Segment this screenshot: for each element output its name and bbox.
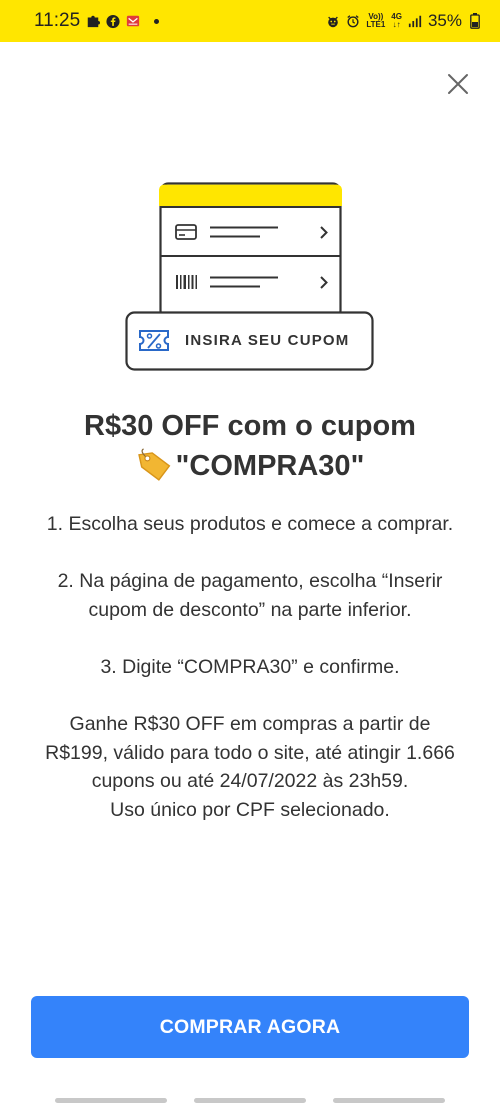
nav-home-button[interactable]: [194, 1098, 306, 1103]
promo-title-line2-wrap: "COMPRA30": [20, 446, 480, 486]
facebook-icon: [106, 14, 120, 28]
status-bar: 11:25 Vo)) LTE1 4G ↓↑ 35%: [0, 0, 500, 42]
coupon-label: INSIRA SEU CUPOM: [185, 332, 350, 349]
promo-steps: 1. Escolha seus produtos e comece a comp…: [40, 510, 460, 853]
more-notifications-dot: [154, 18, 160, 24]
promo-code: "COMPRA30": [175, 450, 365, 482]
system-nav-bar: [0, 1096, 500, 1106]
mail-app-icon: [126, 14, 140, 28]
promo-conditions: Ganhe R$30 OFF em compras a partir de R$…: [45, 713, 455, 793]
promo-title-line1: R$30 OFF com o cupom: [84, 410, 416, 442]
network-type-indicator: 4G ↓↑: [391, 12, 402, 29]
close-button[interactable]: [444, 70, 472, 98]
step-1: 1. Escolha seus produtos e comece a comp…: [46, 513, 454, 535]
signal-icon: [408, 14, 422, 28]
system-icons: Vo)) LTE1 4G ↓↑ 35%: [326, 11, 482, 31]
step-3: 3. Digite “COMPRA30” e confirme.: [100, 655, 400, 678]
buy-now-button[interactable]: COMPRAR AGORA: [31, 996, 469, 1058]
close-icon: [448, 74, 468, 94]
nav-back-button[interactable]: [333, 1098, 445, 1103]
promo-limit: Uso único por CPF selecionado.: [110, 798, 390, 821]
volte-bottom-label: LTE1: [366, 20, 386, 29]
price-tag-icon: [137, 448, 171, 481]
volte-indicator: Vo)) LTE1: [366, 13, 385, 29]
battery-icon: [468, 13, 482, 29]
battery-percent: 35%: [427, 11, 462, 30]
network-type-label: 4G: [391, 12, 402, 21]
puzzle-icon: [86, 14, 101, 28]
alarm-app-icon: [326, 14, 340, 28]
status-time: 11:25: [34, 10, 81, 31]
coupon-illustration: INSIRA SEU CUPOM: [125, 182, 375, 372]
promo-title: R$30 OFF com o cupom "COMPRA30": [20, 406, 480, 486]
nav-recents-button[interactable]: [55, 1098, 167, 1103]
notification-icons: [86, 14, 160, 28]
alarm-clock-icon: [346, 14, 360, 28]
step-2: 2. Na página de pagamento, escolha “Inse…: [57, 570, 443, 621]
